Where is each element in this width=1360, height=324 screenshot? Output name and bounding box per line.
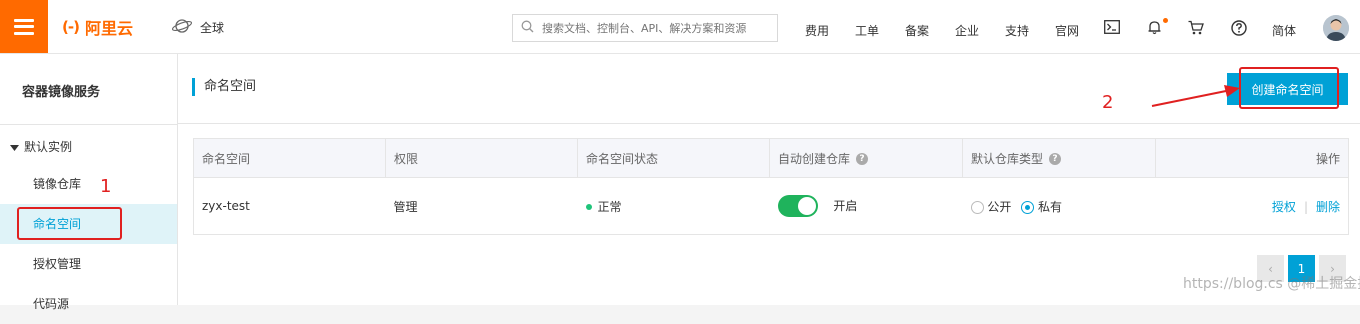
region-selector[interactable]: 全球 (171, 19, 225, 36)
namespace-status-cell: 正常 (577, 177, 770, 235)
region-label: 全球 (200, 21, 225, 35)
column-header-namespace: 命名空间 (193, 138, 386, 178)
column-header-repo-type-label: 默认仓库类型 (971, 151, 1044, 166)
column-header-actions: 操作 (1155, 138, 1349, 178)
status-ok-dot-icon (585, 204, 592, 210)
column-header-auto-create: 自动创建仓库? (769, 138, 963, 178)
help-icon[interactable] (1231, 20, 1247, 36)
radio-public-label[interactable]: 公开 (987, 200, 1011, 214)
column-header-status: 命名空间状态 (577, 138, 770, 178)
annotation-number-1: 1 (100, 176, 112, 197)
logo-mark: (-) (62, 18, 80, 36)
service-title: 容器镜像服务 (22, 85, 101, 100)
instance-group-toggle[interactable]: 默认实例 (10, 138, 72, 155)
sidebar-item-authorization[interactable]: 授权管理 (0, 244, 177, 284)
radio-public[interactable] (970, 200, 984, 214)
cart-icon[interactable] (1188, 20, 1204, 35)
page-title: 命名空间 (192, 78, 256, 96)
action-separator: | (1303, 199, 1308, 214)
instance-group-label: 默认实例 (24, 140, 73, 154)
menu-icon (14, 18, 34, 35)
top-navigation-bar: (-) 阿里云 全球 费用 工单 备案 企业 支持 官网 (0, 0, 1360, 54)
search-icon (521, 20, 534, 36)
table-header-row: 命名空间 权限 命名空间状态 自动创建仓库? 默认仓库类型? 操作 (193, 138, 1349, 178)
avatar[interactable] (1323, 15, 1349, 41)
sidebar-item-repositories[interactable]: 镜像仓库 (0, 164, 177, 204)
help-icon[interactable]: ? (1049, 153, 1062, 165)
auto-create-cell: 开启 (769, 177, 963, 235)
authorize-link[interactable]: 授权 (1272, 200, 1296, 214)
nav-enterprise[interactable]: 企业 (955, 22, 979, 39)
namespace-permission: 管理 (385, 177, 578, 235)
nav-official-site[interactable]: 官网 (1055, 22, 1079, 39)
namespace-status: 正常 (597, 199, 622, 214)
globe-icon (171, 19, 193, 36)
global-search[interactable] (512, 14, 778, 42)
annotation-box-create-button (1239, 67, 1339, 109)
column-header-repo-type: 默认仓库类型? (962, 138, 1156, 178)
annotation-number-2: 2 (1102, 92, 1114, 113)
nav-support[interactable]: 支持 (1005, 22, 1029, 39)
caret-down-icon (10, 140, 19, 154)
terminal-icon[interactable] (1104, 20, 1120, 34)
table-row: zyx-test 管理 正常 开启 公开 私有 授权 | 删除 (193, 177, 1349, 235)
namespace-name: zyx-test (193, 177, 386, 235)
repo-type-cell: 公开 私有 (962, 177, 1156, 235)
language-switch[interactable]: 简体 (1272, 22, 1296, 39)
nav-icp-filing[interactable]: 备案 (905, 22, 929, 39)
column-header-auto-create-label: 自动创建仓库 (778, 151, 851, 166)
radio-private[interactable] (1021, 200, 1035, 214)
sidebar-divider (0, 124, 177, 125)
radio-private-label[interactable]: 私有 (1038, 200, 1062, 214)
toggle-knob (797, 197, 816, 215)
actions-cell: 授权 | 删除 (1155, 177, 1349, 235)
logo-text: 阿里云 (84, 19, 133, 38)
delete-link[interactable]: 删除 (1316, 200, 1340, 214)
sidebar: 容器镜像服务 默认实例 镜像仓库 命名空间 授权管理 代码源 (0, 54, 178, 311)
annotation-arrow (1151, 85, 1240, 107)
menu-button[interactable] (0, 0, 48, 53)
nav-billing[interactable]: 费用 (805, 22, 829, 39)
sidebar-item-code-source[interactable]: 代码源 (0, 284, 177, 324)
title-divider (178, 123, 1360, 124)
aliyun-logo[interactable]: (-) 阿里云 (62, 17, 133, 38)
auto-create-toggle[interactable] (777, 195, 818, 217)
auto-create-label: 开启 (833, 198, 858, 213)
watermark: https://blog.cs @稀土掘金技术社区 (1183, 276, 1360, 292)
notification-dot (1163, 18, 1168, 23)
namespace-table: 命名空间 权限 命名空间状态 自动创建仓库? 默认仓库类型? 操作 zyx-te… (193, 138, 1349, 235)
help-icon[interactable]: ? (856, 153, 869, 165)
bell-icon[interactable] (1147, 20, 1162, 35)
search-input[interactable] (540, 20, 769, 36)
nav-tickets[interactable]: 工单 (855, 22, 879, 39)
column-header-permission: 权限 (385, 138, 578, 178)
annotation-box-namespace-menu (17, 207, 122, 240)
